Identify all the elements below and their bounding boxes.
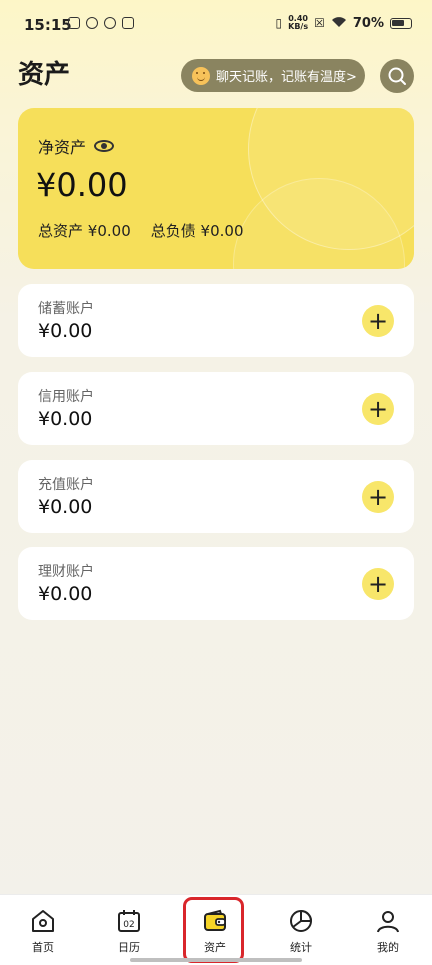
net-assets-label: 净资产 <box>38 138 87 157</box>
page-title: 资产 <box>18 60 71 90</box>
sim-icon: ☒ <box>314 16 325 30</box>
status-time: 15:15 <box>24 16 72 34</box>
net-assets-card[interactable]: 净资产 ¥0.00 总资产 ¥0.00 总负债 ¥0.00 <box>18 108 414 269</box>
chat-prompt-label: 聊天记账，记账有温度> <box>216 70 357 85</box>
status-bar: 15:15 ▯ 0.40 KB/s ☒ 70% <box>0 0 432 52</box>
total-assets-label: 总资产 <box>38 222 84 240</box>
add-recharge-account-button[interactable]: + <box>362 481 394 513</box>
home-icon <box>29 907 57 935</box>
calendar-icon: 02 <box>115 907 143 935</box>
savings-account-card[interactable]: 储蓄账户 ¥0.00 + <box>18 284 414 357</box>
account-name: 充值账户 <box>38 477 94 493</box>
net-assets-label-row: 净资产 <box>38 134 115 158</box>
search-icon <box>388 67 406 85</box>
chat-bookkeeping-button[interactable]: 聊天记账，记账有温度> <box>181 59 365 92</box>
notification-icons <box>68 17 134 29</box>
home-indicator[interactable] <box>130 958 302 962</box>
investment-account-card[interactable]: 理财账户 ¥0.00 + <box>18 547 414 620</box>
smile-icon <box>192 66 210 85</box>
wifi-icon <box>331 16 347 31</box>
nav-label: 我的 <box>377 941 399 954</box>
net-assets-value: ¥0.00 <box>36 166 128 204</box>
plus-icon: + <box>367 307 389 335</box>
wechat-icon <box>86 17 98 29</box>
nav-calendar[interactable]: 02 日历 <box>86 895 172 965</box>
plus-icon: + <box>367 395 389 423</box>
account-name: 储蓄账户 <box>38 301 94 317</box>
app-notification-icon <box>122 17 134 29</box>
total-assets-value: ¥0.00 <box>87 222 131 240</box>
total-liabilities-value: ¥0.00 <box>200 222 244 240</box>
recharge-account-card[interactable]: 充值账户 ¥0.00 + <box>18 460 414 533</box>
total-assets: 总资产 ¥0.00 <box>38 220 131 241</box>
account-value: ¥0.00 <box>38 408 93 430</box>
account-name: 理财账户 <box>38 564 94 580</box>
battery-percent: 70% <box>352 15 384 31</box>
vibrate-icon: ▯ <box>275 16 283 30</box>
total-liabilities-label: 总负债 <box>150 222 196 240</box>
nav-statistics[interactable]: 统计 <box>258 895 344 965</box>
eye-icon[interactable] <box>94 140 115 152</box>
pie-chart-icon <box>287 907 315 935</box>
nav-label: 日历 <box>118 941 140 954</box>
mail-icon <box>68 17 80 29</box>
add-savings-account-button[interactable]: + <box>362 305 394 337</box>
nav-label: 首页 <box>32 941 54 954</box>
net-speed: 0.40 KB/s <box>288 15 308 31</box>
nav-home[interactable]: 首页 <box>0 895 86 965</box>
credit-account-card[interactable]: 信用账户 ¥0.00 + <box>18 372 414 445</box>
weibo-icon <box>104 17 116 29</box>
assets-summary: 总资产 ¥0.00 总负债 ¥0.00 <box>38 220 244 241</box>
plus-icon: + <box>367 483 389 511</box>
account-value: ¥0.00 <box>38 496 93 518</box>
user-icon <box>374 907 402 935</box>
add-investment-account-button[interactable]: + <box>362 568 394 600</box>
nav-profile[interactable]: 我的 <box>345 895 431 965</box>
account-name: 信用账户 <box>38 389 94 405</box>
plus-icon: + <box>367 570 389 598</box>
nav-label: 统计 <box>290 941 312 954</box>
active-tab-highlight <box>183 897 244 963</box>
total-liabilities: 总负债 ¥0.00 <box>151 220 244 241</box>
search-button[interactable] <box>380 59 414 93</box>
net-speed-unit: KB/s <box>288 22 309 31</box>
add-credit-account-button[interactable]: + <box>362 393 394 425</box>
account-value: ¥0.00 <box>38 320 93 342</box>
status-right: ▯ 0.40 KB/s ☒ 70% <box>276 15 412 31</box>
battery-icon <box>390 17 412 29</box>
account-value: ¥0.00 <box>38 583 93 605</box>
svg-text:02: 02 <box>123 920 134 930</box>
